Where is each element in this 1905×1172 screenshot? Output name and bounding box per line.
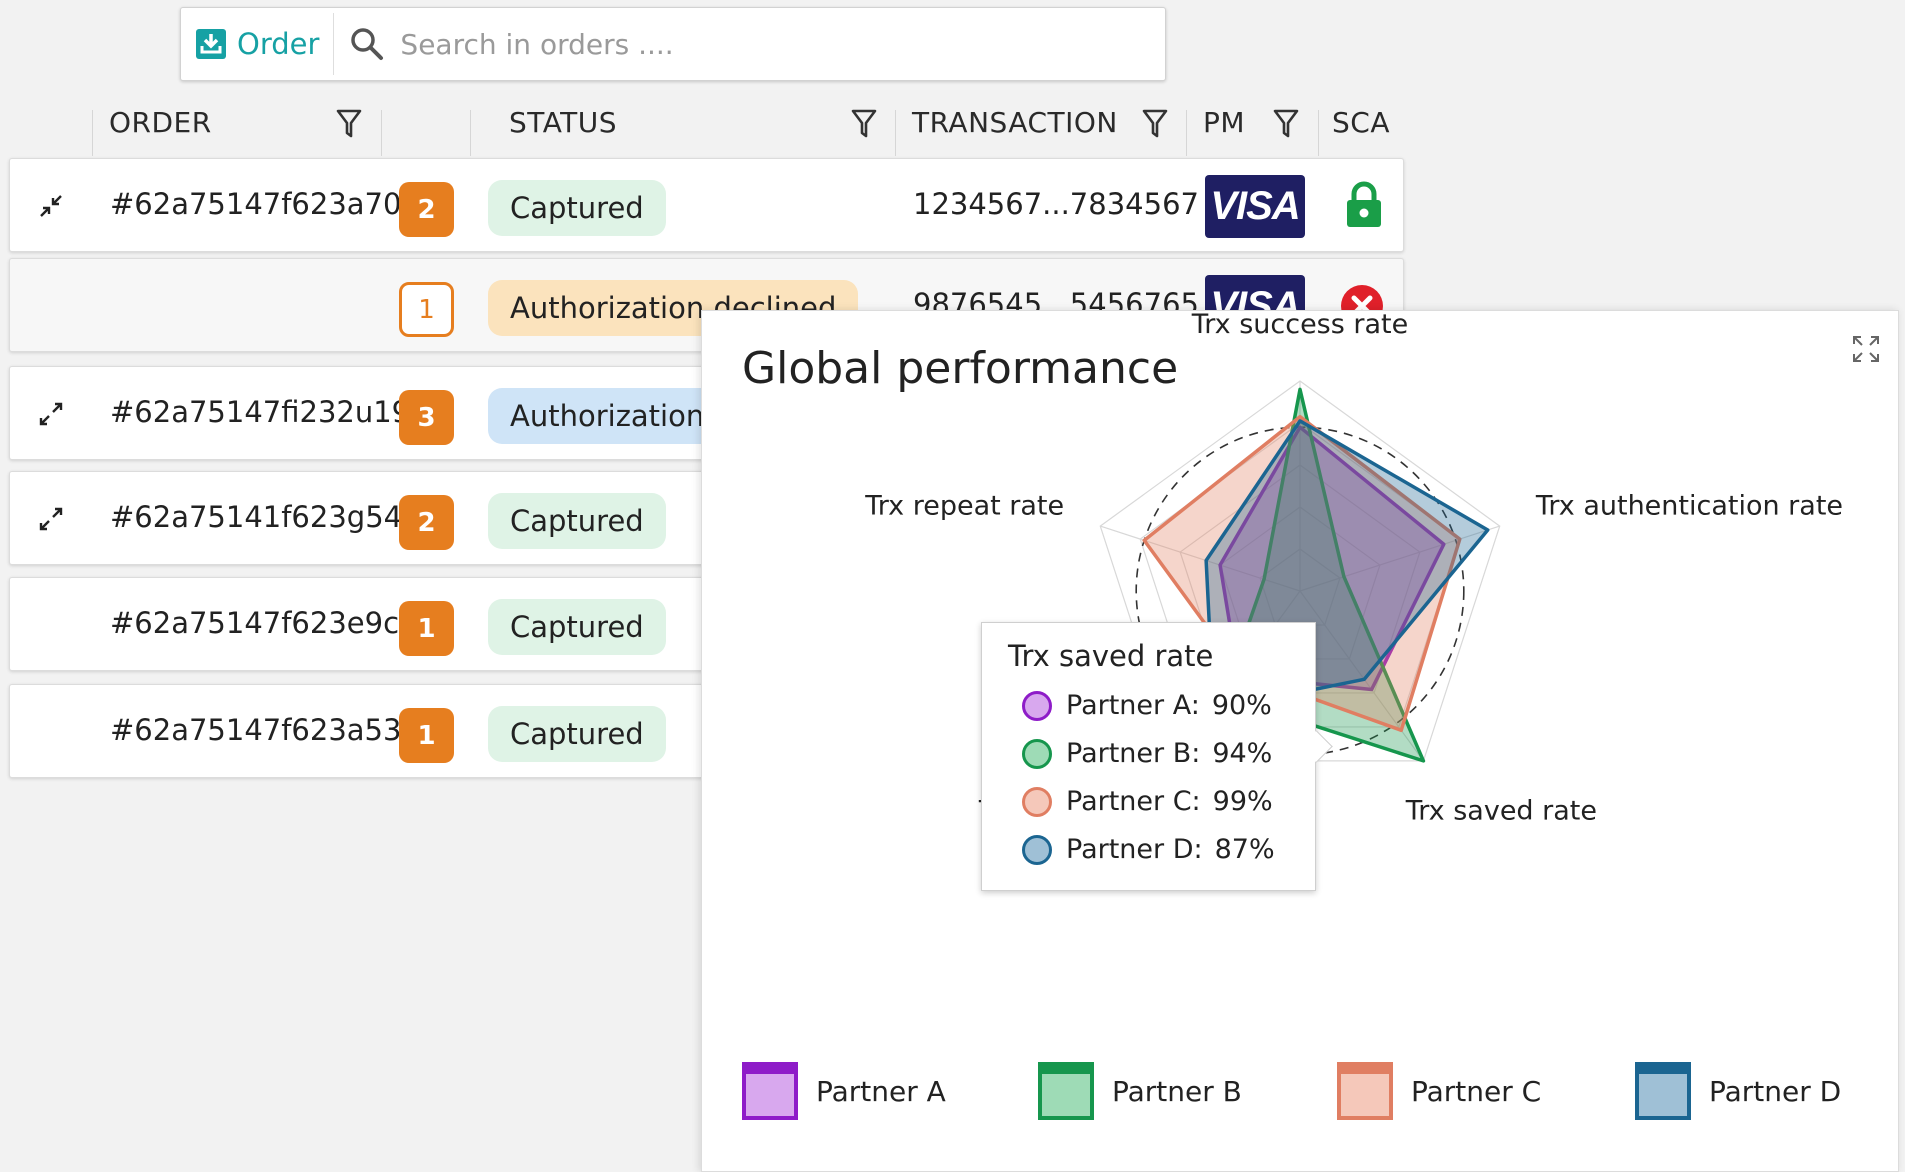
column-divider: [895, 110, 896, 156]
tooltip-label: Partner A:: [1066, 690, 1200, 721]
tooltip-label: Partner C:: [1066, 786, 1201, 817]
tooltip-row: Partner C: 99%: [1022, 786, 1273, 817]
table-header: ORDER STATUS TRANSACTION PM SCA: [0, 106, 1405, 156]
column-header-status[interactable]: STATUS: [509, 106, 617, 139]
tooltip-value: 87%: [1214, 834, 1275, 865]
tooltip-value: 94%: [1212, 738, 1273, 769]
filter-icon[interactable]: [1142, 108, 1168, 140]
series-dot-icon: [1022, 786, 1052, 817]
global-performance-panel: Global performance Trx success rate Trx a…: [701, 310, 1899, 1172]
order-button-label: Order: [237, 27, 320, 61]
search-icon: [350, 27, 384, 61]
axis-label: Trx success rate: [1191, 311, 1409, 340]
order-id[interactable]: #62a75147f623e9c: [110, 606, 399, 640]
filter-icon[interactable]: [1273, 108, 1299, 140]
tooltip-title: Trx saved rate: [1008, 639, 1214, 673]
tooltip-label: Partner B:: [1066, 738, 1201, 769]
legend-item-partner-a[interactable]: Partner A: [742, 1062, 946, 1120]
status-badge: Authorization: [488, 388, 727, 444]
axis-label: Trx authentication rate: [1535, 490, 1843, 521]
transaction-count-badge: 2: [399, 495, 454, 550]
series-dot-icon: [1022, 738, 1052, 769]
status-badge: Captured: [488, 706, 666, 762]
transaction-id: 1234567...7834567: [913, 187, 1199, 221]
column-divider: [92, 110, 93, 156]
column-divider: [1318, 110, 1319, 156]
order-id[interactable]: #62a75141f623g54: [110, 500, 402, 534]
order-id[interactable]: #62a75147f623a53: [110, 713, 401, 747]
legend-swatch: [1337, 1062, 1393, 1120]
search-input[interactable]: [398, 26, 1003, 62]
order-id[interactable]: #62a75147fi232u19: [110, 395, 410, 429]
filter-icon[interactable]: [851, 108, 877, 140]
expand-icon[interactable]: [38, 506, 64, 532]
transaction-count-badge: 1: [399, 282, 454, 337]
chart-tooltip: Trx saved rate Partner A: 90% Partner B:…: [981, 622, 1316, 891]
legend-item-partner-c[interactable]: Partner C: [1337, 1062, 1541, 1120]
transaction-count-badge: 2: [399, 182, 454, 237]
tooltip-row: Partner B: 94%: [1022, 738, 1272, 769]
axis-label: Trx saved rate: [1405, 796, 1597, 827]
search-bar: Order: [180, 7, 1166, 81]
legend-label: Partner C: [1411, 1074, 1542, 1108]
status-badge: Captured: [488, 493, 666, 549]
transaction-count-badge: 1: [399, 601, 454, 656]
legend-label: Partner A: [816, 1074, 946, 1108]
legend-swatch: [742, 1062, 798, 1120]
divider: [333, 13, 335, 75]
tooltip-row: Partner D: 87%: [1022, 834, 1275, 865]
column-header-sca[interactable]: SCA: [1332, 106, 1390, 139]
column-header-transaction[interactable]: TRANSACTION: [912, 106, 1118, 139]
status-badge: Captured: [488, 599, 666, 655]
transaction-count-badge: 3: [399, 390, 454, 445]
series-dot-icon: [1022, 834, 1052, 865]
axis-label: Trx repeat rate: [864, 490, 1064, 521]
table-row[interactable]: #62a75147f623a70 2 Captured 1234567...78…: [9, 158, 1404, 252]
legend-label: Partner D: [1709, 1074, 1842, 1108]
order-id[interactable]: #62a75147f623a70: [110, 187, 401, 221]
legend-item-partner-d[interactable]: Partner D: [1635, 1062, 1841, 1120]
legend-swatch: [1635, 1062, 1691, 1120]
column-divider: [470, 110, 471, 156]
status-badge: Captured: [488, 180, 666, 236]
visa-logo: VISA: [1205, 175, 1305, 238]
download-icon: [196, 29, 226, 59]
legend-item-partner-b[interactable]: Partner B: [1038, 1062, 1242, 1120]
series-dot-icon: [1022, 690, 1052, 721]
legend-swatch: [1038, 1062, 1094, 1120]
tooltip-value: 99%: [1212, 786, 1273, 817]
tooltip-value: 90%: [1211, 690, 1272, 721]
transaction-count-badge: 1: [399, 708, 454, 763]
column-divider: [381, 110, 382, 156]
order-button[interactable]: Order: [181, 8, 333, 80]
filter-icon[interactable]: [336, 108, 362, 140]
column-header-order[interactable]: ORDER: [109, 106, 212, 139]
column-header-pm[interactable]: PM: [1203, 106, 1245, 139]
collapse-icon[interactable]: [38, 193, 64, 219]
tooltip-label: Partner D:: [1066, 834, 1203, 865]
tooltip-row: Partner A: 90%: [1022, 690, 1272, 721]
column-divider: [1186, 110, 1187, 156]
lock-icon: [1347, 181, 1381, 227]
expand-icon[interactable]: [38, 401, 64, 427]
legend-label: Partner B: [1112, 1074, 1242, 1108]
